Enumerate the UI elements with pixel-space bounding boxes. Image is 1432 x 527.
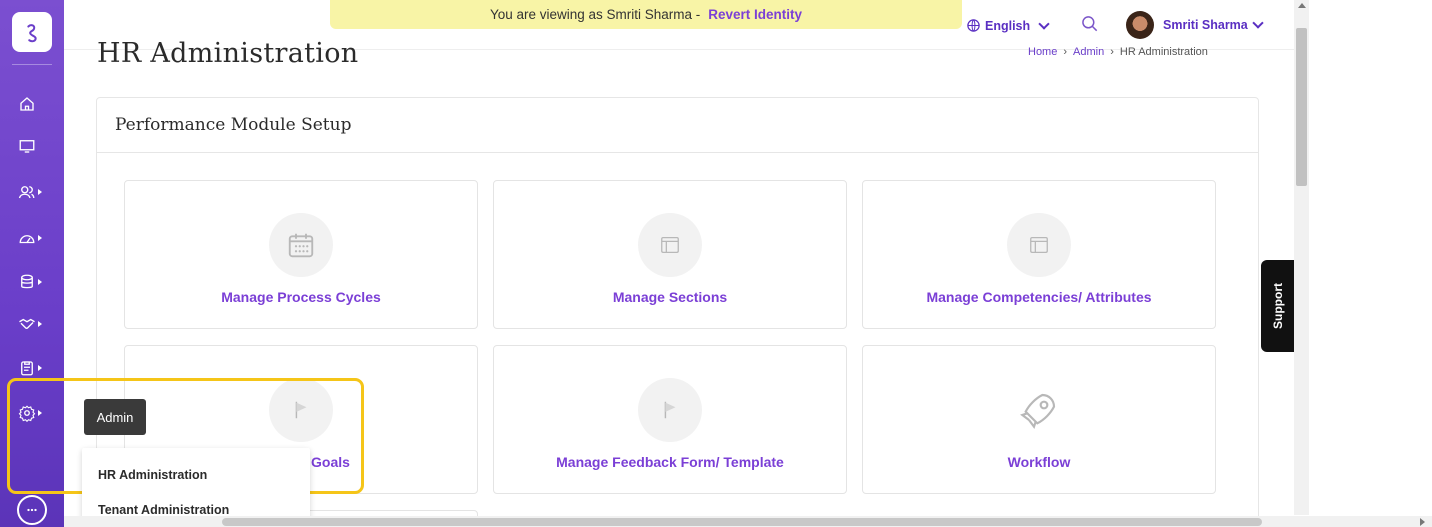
vertical-scroll-thumb[interactable] [1296,28,1307,186]
clipboard-icon [21,361,33,376]
user-name-label: Smriti Sharma [1163,18,1248,32]
breadcrumb: Home › Admin › HR Administration [1028,46,1208,58]
breadcrumb-separator: › [1110,46,1114,58]
caret-right-icon [38,235,42,241]
search-button[interactable] [1080,14,1100,34]
sidebar-item-performance[interactable] [18,226,52,250]
card-manage-feedback-form[interactable]: Manage Feedback Form/ Template [493,345,847,494]
handshake-icon [19,318,35,329]
revert-identity-link[interactable]: Revert Identity [708,7,802,22]
logo-icon [27,24,37,43]
card-label: Manage Process Cycles [221,289,381,305]
identity-banner: You are viewing as Smriti Sharma - Rever… [330,0,962,29]
apps-menu-button[interactable] [17,495,47,525]
support-label: Support [1271,283,1285,329]
card-manage-competencies[interactable]: Manage Competencies/ Attributes [862,180,1216,329]
app-logo[interactable] [12,12,52,52]
breadcrumb-home[interactable]: Home [1028,46,1057,58]
breadcrumb-separator: › [1063,46,1068,58]
horizontal-scroll-thumb[interactable] [222,518,1262,526]
sidebar-item-tasks[interactable] [18,356,52,380]
flag-icon [638,378,702,442]
database-icon [21,274,33,289]
sidebar-item-database[interactable] [18,270,52,294]
user-menu[interactable]: Smriti Sharma [1163,17,1264,32]
caret-right-icon [38,279,42,285]
card-label: Manage Competencies/ Attributes [926,289,1152,305]
caret-right-icon [38,365,42,371]
chevron-down-icon [1038,17,1050,30]
card-label: Manage Feedback Form/ Template [556,454,784,470]
rocket-icon [1007,378,1071,442]
caret-right-icon [38,189,42,195]
home-icon [20,97,34,111]
caret-right-icon [38,321,42,327]
panel-header: Performance Module Setup [97,98,1258,153]
breadcrumb-admin[interactable]: Admin [1073,46,1104,58]
card-manage-sections[interactable]: Manage Sections [493,180,847,329]
layout-icon [1007,213,1071,277]
breadcrumb-current: HR Administration [1119,46,1208,58]
monitor-icon [19,140,35,153]
sidebar-item-people[interactable] [18,180,52,204]
globe-icon [967,19,980,32]
scroll-right-arrow-icon[interactable] [1420,518,1425,526]
chevron-down-icon [1252,17,1264,29]
menu-item-tenant-administration[interactable]: Tenant Administration [98,503,229,517]
card-workflow[interactable]: Workflow [862,345,1216,494]
avatar[interactable] [1126,11,1154,39]
card-label: Workflow [1007,454,1071,470]
support-tab[interactable]: Support [1261,260,1295,352]
sidebar-item-home[interactable] [18,92,52,116]
menu-item-hr-administration[interactable]: HR Administration [98,468,207,482]
page-title: HR Administration [97,38,359,69]
layout-icon [638,213,702,277]
language-selector[interactable]: English [966,17,1050,33]
gauge-icon [19,235,35,244]
panel-title: Performance Module Setup [115,115,352,135]
grid-dots-icon [27,508,37,512]
card-label: Manage Sections [612,289,728,305]
calendar-icon [269,213,333,277]
search-icon [1082,16,1098,32]
sidebar-divider [12,64,52,65]
app-root: You are viewing as Smriti Sharma - Rever… [0,0,1432,527]
users-icon [18,186,35,199]
language-label: English [985,18,1031,33]
sidebar-item-dashboard[interactable] [18,134,52,158]
identity-text: You are viewing as Smriti Sharma - [489,7,701,22]
scroll-up-arrow-icon[interactable] [1298,3,1306,8]
sidebar-item-engagement[interactable] [18,312,52,336]
admin-tooltip: Admin [84,399,146,435]
card-manage-process-cycles[interactable]: Manage Process Cycles [124,180,478,329]
